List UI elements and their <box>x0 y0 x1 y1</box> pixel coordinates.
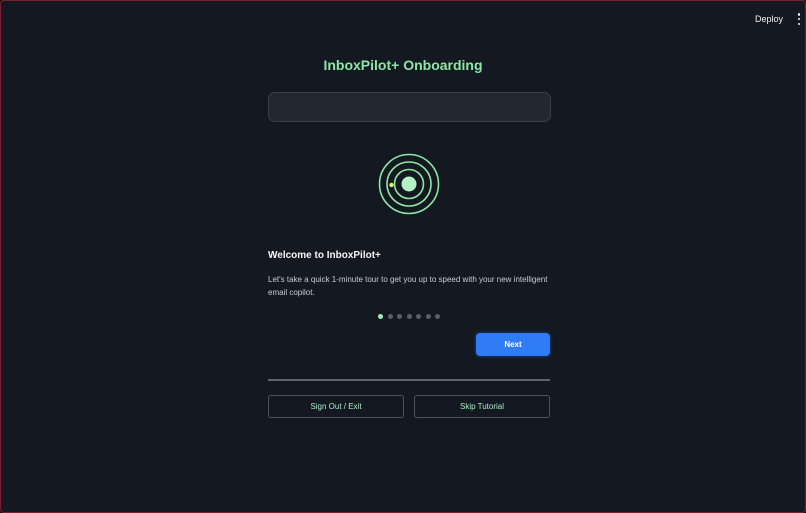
progress-dot-3 <box>397 314 402 319</box>
progress-dot-7 <box>435 314 440 319</box>
kebab-menu-icon[interactable] <box>795 13 803 25</box>
progress-dot-5 <box>416 314 421 319</box>
sign-out-button[interactable]: Sign Out / Exit <box>268 395 404 418</box>
deploy-button[interactable]: Deploy <box>755 14 783 24</box>
step-description: Let's take a quick 1-minute tour to get … <box>268 275 548 297</box>
progress-dot-1 <box>378 314 383 319</box>
divider <box>268 379 550 381</box>
orbit-logo-icon <box>378 153 440 215</box>
top-input-bar[interactable] <box>268 92 551 122</box>
kebab-dot <box>797 13 801 16</box>
progress-dot-2 <box>387 314 393 319</box>
kebab-dot <box>797 22 801 25</box>
top-toolbar: Deploy <box>755 1 805 37</box>
page-title: InboxPilot+ Onboarding <box>323 57 483 73</box>
step-progress-dots <box>378 314 440 319</box>
progress-dot-4 <box>406 314 412 319</box>
next-button[interactable]: Next <box>476 333 550 356</box>
skip-tutorial-button[interactable]: Skip Tutorial <box>414 395 550 418</box>
app-window: Deploy InboxPilot+ Onboarding Welcome to… <box>0 0 806 513</box>
kebab-dot <box>797 17 801 21</box>
step-heading: Welcome to InboxPilot+ <box>268 250 381 261</box>
progress-dot-6 <box>425 314 431 319</box>
